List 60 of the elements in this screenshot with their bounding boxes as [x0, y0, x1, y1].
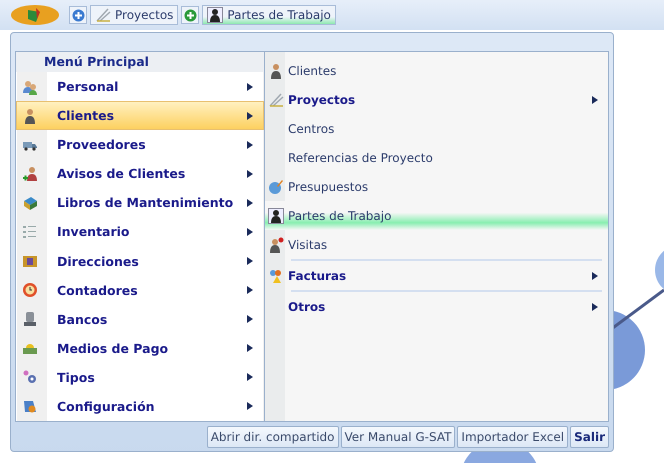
menu-item[interactable]: Libros de Mantenimiento [16, 188, 264, 218]
worker-icon [207, 7, 224, 23]
menu-title: Menú Principal [16, 52, 264, 72]
drafting-icon [268, 92, 284, 108]
menu-item[interactable]: Proveedores [16, 130, 264, 160]
submenu-arrow-icon [247, 315, 253, 324]
menu-item[interactable]: Personal [16, 72, 264, 102]
clock-icon [22, 282, 38, 298]
submenu-arrow-icon [247, 198, 253, 207]
submenu-item[interactable]: Centros [265, 114, 608, 143]
submenu-item[interactable]: Presupuestos [265, 172, 608, 201]
quick-access-tab[interactable]: Partes de Trabajo [202, 5, 336, 25]
menu-item[interactable]: Medios de Pago [16, 334, 264, 363]
footer-button[interactable]: Salir [570, 426, 609, 448]
person-question-icon [268, 236, 284, 252]
submenu-arrow-icon [592, 272, 598, 280]
menu-item[interactable]: Configuración [16, 392, 264, 421]
list-icon [22, 224, 38, 240]
person-plus-icon [22, 166, 38, 182]
submenu-arrow-icon [247, 257, 253, 265]
submenu-item[interactable]: Visitas [265, 230, 608, 259]
submenu-arrow-icon [247, 286, 253, 294]
submenu-item[interactable]: Otros [265, 292, 608, 321]
settings-icon [22, 398, 38, 414]
submenu-arrow-icon [247, 373, 253, 382]
submenu-arrow-icon [247, 228, 253, 236]
footer-button[interactable]: Abrir dir. compartido [206, 426, 339, 448]
menu-item[interactable]: Contadores [16, 276, 264, 305]
menu-item[interactable]: Clientes [16, 101, 264, 130]
submenu-arrow-icon [247, 402, 253, 410]
submenu-item[interactable]: Clientes [265, 56, 608, 85]
submenu-arrow-icon [247, 140, 253, 149]
quick-access-tab[interactable]: Proyectos [90, 5, 178, 25]
submenu-item[interactable]: Facturas [265, 261, 608, 290]
worker-icon [268, 208, 284, 224]
people-icon [22, 78, 38, 95]
add-button[interactable] [181, 6, 200, 24]
submenu-item[interactable]: Referencias de Proyecto [265, 143, 608, 172]
submenu-arrow-icon [247, 112, 253, 120]
app-orb-icon[interactable] [10, 4, 60, 26]
menu-item[interactable]: Bancos [16, 304, 264, 334]
submenu-item[interactable]: Partes de Trabajo [265, 201, 608, 230]
globe-pencil-icon [268, 178, 284, 194]
person-icon [22, 108, 38, 124]
submenu-arrow-icon [592, 302, 598, 310]
menu-item[interactable]: Direcciones [16, 246, 264, 276]
submenu-arrow-icon [247, 82, 253, 91]
add-button[interactable] [69, 6, 87, 24]
drafting-icon [95, 7, 111, 23]
menu-item[interactable]: Tipos [16, 362, 264, 392]
footer-button[interactable]: Importador Excel [457, 426, 568, 448]
person-icon [268, 62, 284, 78]
submenu-arrow-icon [247, 344, 253, 352]
submenu-item[interactable]: Proyectos [265, 85, 608, 114]
submenu-arrow-icon [592, 96, 598, 104]
menu-item[interactable]: Inventario [16, 217, 264, 246]
submenu-arrow-icon [247, 170, 253, 178]
folder-icon [22, 253, 38, 269]
footer-button[interactable]: Ver Manual G-SAT [340, 426, 456, 448]
menu-item[interactable]: Avisos de Clientes [16, 159, 264, 188]
